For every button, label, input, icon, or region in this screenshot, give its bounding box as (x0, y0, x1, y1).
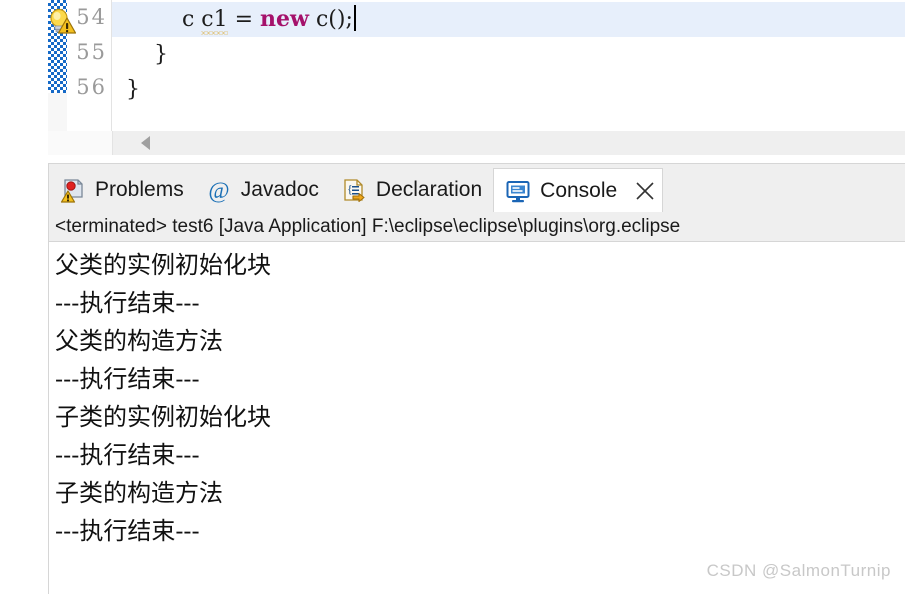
code-variable-token: c1 (201, 7, 228, 35)
lightbulb-warning-icon[interactable] (48, 8, 76, 36)
console-line: ---执行结束--- (55, 289, 200, 317)
console-line: ---执行结束--- (55, 441, 200, 469)
editor-left-margin (0, 0, 48, 155)
bottom-view-stack: Problems @ Javadoc { Declaration Console… (48, 163, 905, 594)
console-output-area[interactable]: 父类的实例初始化块 ---执行结束--- 父类的构造方法 ---执行结束--- … (49, 242, 905, 592)
svg-text:@: @ (208, 178, 229, 203)
console-line: ---执行结束--- (55, 365, 200, 393)
console-line: 父类的构造方法 (55, 327, 223, 355)
code-line-56[interactable]: } (112, 72, 905, 107)
code-keyword-new: new (260, 6, 309, 32)
code-text: } (126, 77, 140, 102)
editor-horizontal-scrollbar[interactable] (48, 131, 905, 155)
tab-label-declaration: Declaration (375, 178, 483, 201)
tab-console[interactable]: Console (493, 168, 664, 212)
code-editor-panel: 54 55 56 c c1 = new c(); } } (48, 0, 905, 155)
tab-label-console: Console (540, 178, 618, 202)
code-constructor-call: c(); (308, 7, 353, 32)
svg-text:{: { (347, 182, 353, 196)
code-type-token: c (181, 7, 195, 32)
code-text: } (126, 42, 168, 67)
console-monitor-icon (506, 180, 530, 202)
scrollbar-left-cap (48, 131, 113, 155)
text-caret (353, 5, 356, 31)
console-line: 子类的构造方法 (55, 479, 223, 507)
console-line: ---执行结束--- (55, 517, 200, 545)
console-line: 父类的实例初始化块 (55, 251, 271, 279)
watermark: CSDN @SalmonTurnip (706, 561, 891, 580)
tab-declaration[interactable]: { Declaration (330, 168, 493, 212)
bottom-left-margin (0, 163, 48, 594)
terminated-status-line: <terminated> test6 [Java Application] F:… (49, 212, 905, 242)
editor-body: 54 55 56 c c1 = new c(); } } (48, 0, 905, 131)
close-icon[interactable] (634, 180, 656, 202)
tab-label-javadoc: Javadoc (240, 178, 319, 201)
line-number: 56 (76, 75, 107, 99)
code-line-54[interactable]: c c1 = new c(); (112, 2, 905, 37)
javadoc-at-icon: @ (208, 178, 229, 203)
tab-problems[interactable]: Problems (49, 168, 195, 212)
problems-icon (60, 179, 83, 203)
view-tab-bar: Problems @ Javadoc { Declaration Console (49, 164, 905, 212)
console-line: 子类的实例初始化块 (55, 403, 271, 431)
triangle-left-icon[interactable] (141, 136, 150, 150)
declaration-icon: { (344, 179, 365, 203)
source-code-area[interactable]: c c1 = new c(); } } (112, 0, 905, 131)
code-assign-operator: = (227, 7, 261, 32)
code-line-55[interactable]: } (112, 37, 905, 72)
line-number: 55 (76, 40, 107, 64)
annotation-ruler[interactable] (48, 0, 76, 131)
tab-label-problems: Problems (95, 178, 184, 201)
tab-javadoc[interactable]: @ Javadoc (195, 168, 330, 212)
